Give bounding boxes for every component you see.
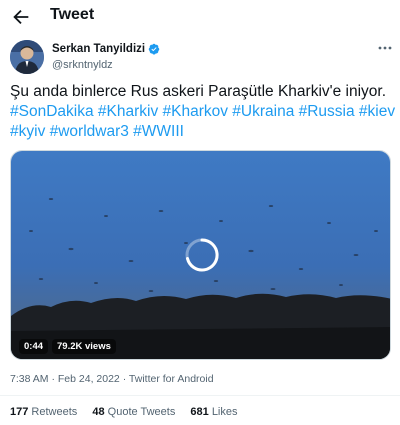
top-bar: Tweet [0,0,400,34]
video-duration: 0:44 [19,339,49,354]
tweet-body: Şu anda binlerce Rus askeri Paraşütle Kh… [10,83,387,100]
retweets-count: 177 [10,406,29,418]
likes-stat[interactable]: 681 Likes [190,406,237,418]
hashtags-line-1[interactable]: #SonDakika #Kharkiv #Kharkov #Ukraina #R… [10,102,395,122]
retweets-stat[interactable]: 177 Retweets [10,406,77,418]
display-name[interactable]: Serkan Tanyildizi [52,43,145,55]
user-handle[interactable]: @srkntnyldz [52,59,113,71]
quote-tweets-stat[interactable]: 48 Quote Tweets [92,406,175,418]
quote-label: Quote Tweets [107,406,176,418]
loading-spinner-icon [185,238,219,272]
tweet-meta: 7:38 AM · Feb 24, 2022 · Twitter for And… [10,373,214,385]
video-meta: 0:44 79.2K views [19,339,120,354]
tweet-stats: 177 Retweets 48 Quote Tweets 681 Likes [10,406,250,418]
quote-count: 48 [92,406,105,418]
tweet-time[interactable]: 7:38 AM [10,373,49,385]
meta-separator: · [122,373,127,385]
more-horizontal-icon[interactable] [377,42,393,54]
avatar[interactable] [10,40,44,74]
video-views: 79.2K views [52,339,116,354]
likes-count: 681 [190,406,209,418]
video-player[interactable]: 0:44 79.2K views [10,150,391,360]
verified-badge-icon [148,43,160,55]
retweets-label: Retweets [31,406,78,418]
tweet-date[interactable]: Feb 24, 2022 [58,373,120,385]
divider [0,395,400,396]
meta-separator: · [51,373,55,385]
tweet-source: Twitter for Android [128,373,214,385]
hashtags-line-2[interactable]: #kyiv #worldwar3 #WWIII [10,122,395,142]
tweet-text: Şu anda binlerce Rus askeri Paraşütle Kh… [10,82,395,142]
arrow-left-icon[interactable] [10,6,32,28]
likes-label: Likes [211,406,238,418]
tweet-author: Serkan Tanyildizi @srkntnyldz [10,40,393,80]
page-title: Tweet [50,6,95,23]
